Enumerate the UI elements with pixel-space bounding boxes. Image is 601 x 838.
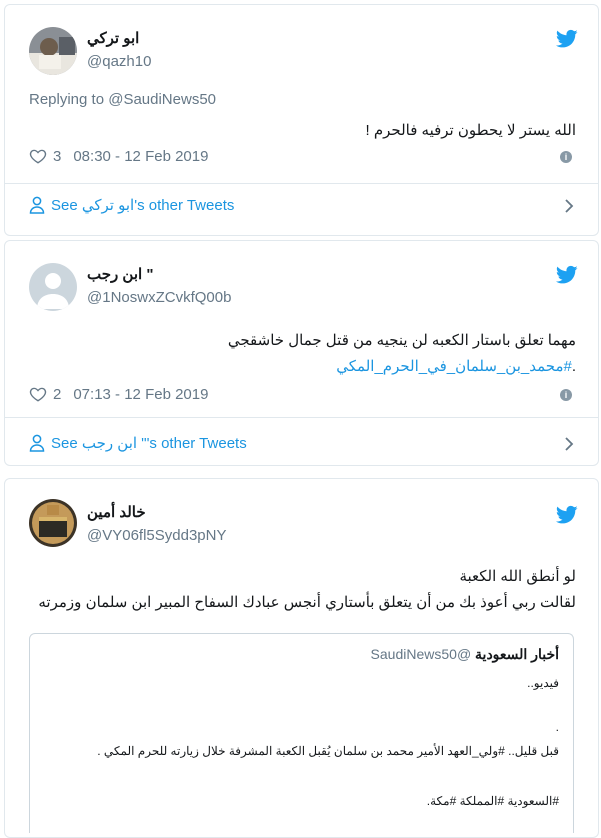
- username[interactable]: @1NoswxZCvkfQ00b: [87, 289, 231, 306]
- display-name[interactable]: ابو تركي: [87, 29, 139, 47]
- see-other-prefix: See: [51, 196, 78, 214]
- tweet-meta: 3 08:30 - 12 Feb 2019: [29, 147, 208, 165]
- tweet-text: مهما تعلق باستار الكعبه لن ينجيه من قتل …: [227, 332, 576, 349]
- person-icon: [29, 434, 45, 452]
- username[interactable]: @qazh10: [87, 53, 151, 70]
- avatar[interactable]: [29, 27, 77, 75]
- tweet-text: الله يستر لا يحطون ترفيه فالحرم !: [365, 122, 576, 139]
- see-other-tweets-link[interactable]: See ابو تركي's other Tweets: [29, 196, 234, 214]
- info-icon[interactable]: i: [560, 151, 572, 163]
- username[interactable]: @VY06fl5Sydd3pNY: [87, 527, 226, 544]
- chevron-right-icon[interactable]: [564, 198, 574, 214]
- replying-to-label: Replying to: [29, 91, 109, 108]
- see-other-suffix: 's other Tweets: [146, 434, 247, 452]
- twitter-bird-icon[interactable]: [556, 505, 578, 525]
- mention-link[interactable]: @SaudiNews50: [108, 91, 216, 108]
- see-other-prefix: See: [51, 434, 78, 452]
- display-name[interactable]: خالد أمين: [87, 503, 146, 521]
- quoted-username: @SaudiNews50: [370, 646, 472, 662]
- quoted-tweet-header: أخبار السعودية @SaudiNews50: [371, 646, 559, 663]
- hashtag-link[interactable]: #محمد_بن_سلمان_في_الحرم_المكي: [336, 358, 572, 375]
- see-other-name: ابن رجب ": [81, 435, 147, 452]
- display-name[interactable]: ابن رجب ": [87, 265, 153, 283]
- see-other-name: ابو تركي: [81, 197, 135, 214]
- timestamp[interactable]: 07:13 - 12 Feb 2019: [73, 386, 208, 403]
- quoted-tweet[interactable]: أخبار السعودية @SaudiNews50 فيديو.. . قب…: [29, 633, 574, 833]
- quoted-text-line-2: .: [555, 720, 559, 734]
- quoted-text-line-3: قبل قليل.. #ولي_العهد الأمير محمد بن سلم…: [97, 744, 559, 758]
- quoted-text-line-1: فيديو..: [527, 676, 559, 690]
- tweet-text-line-1: لو أنطق الله الكعبة: [459, 568, 576, 585]
- see-other-tweets-link[interactable]: See ابن رجب "'s other Tweets: [29, 434, 247, 452]
- see-other-suffix: 's other Tweets: [134, 196, 235, 214]
- chevron-right-icon[interactable]: [564, 436, 574, 452]
- trailing-dot: .: [571, 358, 576, 375]
- divider: [5, 183, 598, 184]
- twitter-bird-icon[interactable]: [556, 265, 578, 285]
- like-count: 3: [53, 147, 62, 165]
- heart-icon[interactable]: [29, 147, 47, 165]
- person-icon: [29, 196, 45, 214]
- quoted-display-name: أخبار السعودية: [475, 646, 559, 662]
- timestamp[interactable]: 08:30 - 12 Feb 2019: [73, 148, 208, 165]
- quoted-text-line-4: #السعودية #المملكة #مكة.: [426, 794, 559, 808]
- tweet-card-3: خالد أمين @VY06fl5Sydd3pNY لو أنطق الله …: [4, 478, 599, 838]
- divider: [5, 417, 598, 418]
- tweet-text-line-2: لقالت ربي أعوذ بك من أن يتعلق بأستاري أن…: [38, 594, 576, 611]
- tweet-hashtag-line: .#محمد_بن_سلمان_في_الحرم_المكي: [336, 357, 576, 375]
- info-icon[interactable]: i: [560, 389, 572, 401]
- avatar[interactable]: [29, 263, 77, 311]
- replying-to: Replying to @SaudiNews50: [29, 91, 216, 108]
- tweet-card-1: ابو تركي @qazh10 Replying to @SaudiNews5…: [4, 4, 599, 236]
- tweet-card-2: ابن رجب " @1NoswxZCvkfQ00b مهما تعلق باس…: [4, 240, 599, 466]
- avatar[interactable]: [29, 499, 77, 547]
- twitter-bird-icon[interactable]: [556, 29, 578, 49]
- like-count: 2: [53, 385, 62, 403]
- heart-icon[interactable]: [29, 385, 47, 403]
- tweet-meta: 2 07:13 - 12 Feb 2019: [29, 385, 208, 403]
